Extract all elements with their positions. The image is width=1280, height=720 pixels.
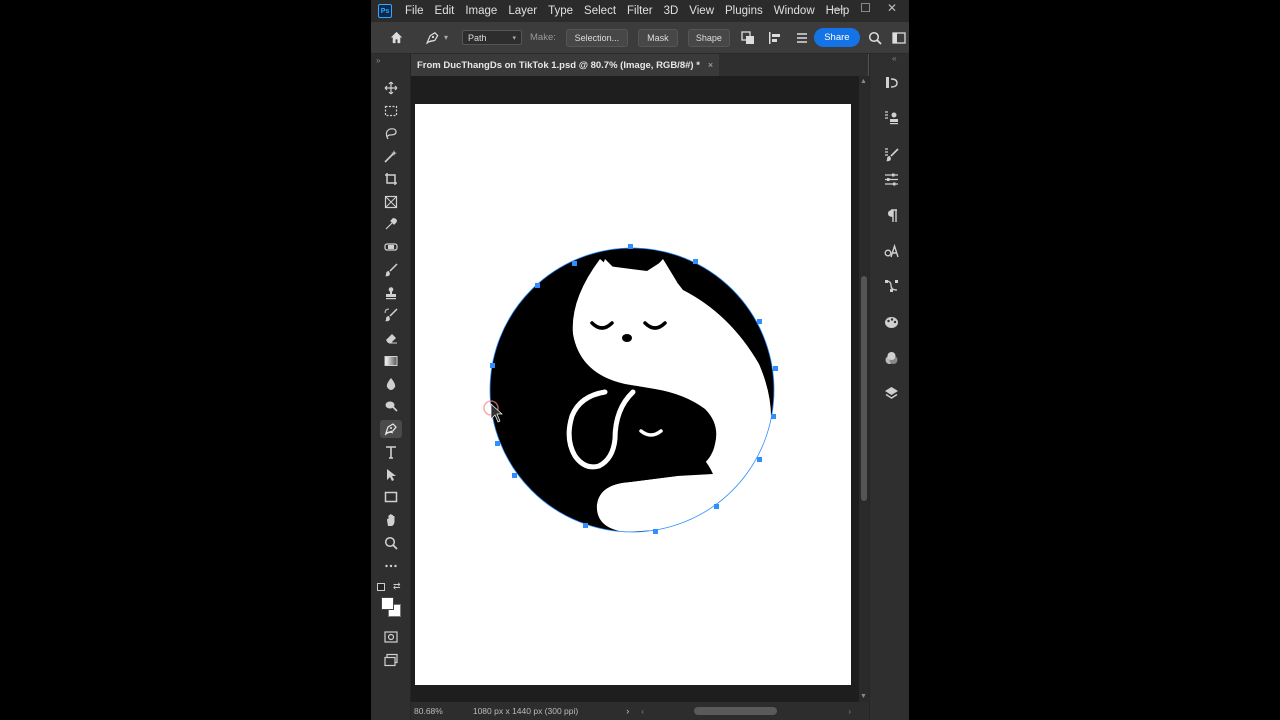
- channels-icon[interactable]: [882, 349, 900, 367]
- collapse-icon[interactable]: »: [376, 56, 380, 65]
- document-canvas[interactable]: [415, 104, 851, 685]
- type-icon[interactable]: [380, 443, 402, 461]
- foreground-color-swatch[interactable]: [381, 597, 394, 610]
- tool-mode-select[interactable]: Path ▾: [462, 30, 523, 45]
- menu-edit[interactable]: Edit: [435, 5, 455, 17]
- menu-view[interactable]: View: [689, 5, 714, 17]
- maximize-button[interactable]: ☐: [860, 1, 871, 15]
- more-tools-icon[interactable]: [380, 557, 402, 575]
- paragraph-icon[interactable]: [882, 206, 900, 224]
- color-swatches: ⇄: [377, 581, 405, 619]
- marquee-icon[interactable]: [380, 102, 402, 120]
- status-bar: 80.68% 1080 px x 1440 px (300 ppi) › ‹ ›: [411, 702, 869, 720]
- magic-wand-icon[interactable]: [380, 147, 402, 165]
- path-operations-icon[interactable]: [741, 30, 755, 45]
- crop-icon[interactable]: [380, 170, 402, 188]
- scroll-down-icon[interactable]: ▼: [860, 693, 867, 700]
- workspace-icon[interactable]: [892, 31, 906, 45]
- vertical-scroll-thumb[interactable]: [861, 276, 867, 501]
- make-label: Make:: [530, 32, 556, 43]
- default-colors-icon[interactable]: [377, 583, 385, 591]
- canvas-area[interactable]: [411, 76, 859, 702]
- tools-panel: » ⇄: [371, 54, 411, 720]
- panel-icons-strip: «: [869, 54, 909, 720]
- zoom-level[interactable]: 80.68%: [414, 706, 443, 716]
- pen-tool-preset-icon[interactable]: [424, 30, 442, 45]
- brush-icon[interactable]: [380, 261, 402, 279]
- character-styles-icon[interactable]: [882, 241, 900, 259]
- make-shape-button[interactable]: Shape: [687, 28, 730, 47]
- chevron-right-icon[interactable]: ›: [626, 706, 629, 716]
- menu-file[interactable]: File: [405, 5, 424, 17]
- paths-icon[interactable]: [882, 276, 900, 294]
- history-brush-icon[interactable]: [380, 306, 402, 324]
- make-mask-button[interactable]: Mask: [637, 28, 678, 47]
- artwork[interactable]: [415, 104, 851, 685]
- menu-bar: Ps File Edit Image Layer Type Select Fil…: [371, 0, 909, 22]
- screen-mode-icon[interactable]: [380, 651, 402, 669]
- document-size: 1080 px x 1440 px (300 ppi): [472, 706, 579, 716]
- path-arrangement-icon[interactable]: [795, 31, 809, 45]
- menu-layer[interactable]: Layer: [508, 5, 537, 17]
- pen-icon[interactable]: [380, 420, 402, 438]
- horizontal-scroll-thumb[interactable]: [694, 707, 777, 715]
- options-bar: ▾ Path ▾ Make: Selection... Mask Shape S…: [371, 22, 909, 54]
- document-tab-title: From DucThangDs on TikTok 1.psd @ 80.7% …: [417, 59, 700, 71]
- swatches-icon[interactable]: [882, 313, 900, 331]
- eyedropper-icon[interactable]: [380, 215, 402, 233]
- document-tab-bar: From DucThangDs on TikTok 1.psd @ 80.7% …: [411, 54, 868, 76]
- close-tab-icon[interactable]: ×: [708, 60, 713, 70]
- tool-mode-value: Path: [468, 32, 487, 43]
- clone-source-icon[interactable]: [882, 108, 900, 126]
- quick-mask-icon[interactable]: [380, 628, 402, 646]
- search-icon[interactable]: [868, 31, 882, 45]
- eraser-icon[interactable]: [380, 329, 402, 347]
- move-icon[interactable]: [380, 79, 402, 97]
- scroll-up-icon[interactable]: ▲: [860, 78, 867, 85]
- brush-settings-icon[interactable]: [882, 145, 900, 163]
- share-button[interactable]: Share: [813, 28, 860, 47]
- menu-3d[interactable]: 3D: [664, 5, 679, 17]
- blur-icon[interactable]: [380, 375, 402, 393]
- home-icon[interactable]: [388, 30, 404, 46]
- collapse-icon[interactable]: «: [892, 54, 896, 63]
- menu-image[interactable]: Image: [465, 5, 497, 17]
- menu-plugins[interactable]: Plugins: [725, 5, 763, 17]
- make-selection-button[interactable]: Selection...: [565, 28, 628, 47]
- close-button[interactable]: ✕: [887, 1, 897, 15]
- path-alignment-icon[interactable]: [768, 31, 782, 45]
- scroll-left-icon[interactable]: ‹: [641, 707, 644, 716]
- gradient-icon[interactable]: [380, 352, 402, 370]
- scroll-right-icon[interactable]: ›: [848, 707, 851, 716]
- hand-icon[interactable]: [380, 511, 402, 529]
- menu-window[interactable]: Window: [774, 5, 815, 17]
- document-tab[interactable]: From DucThangDs on TikTok 1.psd @ 80.7% …: [411, 54, 719, 76]
- frame-icon[interactable]: [380, 193, 402, 211]
- lasso-icon[interactable]: [380, 124, 402, 142]
- minimize-button[interactable]: —: [832, 1, 844, 15]
- menu-select[interactable]: Select: [584, 5, 616, 17]
- photoshop-logo-icon: Ps: [378, 4, 392, 18]
- vertical-scrollbar[interactable]: ▲ ▼: [859, 76, 869, 702]
- path-selection-icon[interactable]: [380, 466, 402, 484]
- zoom-icon[interactable]: [380, 534, 402, 552]
- menu-type[interactable]: Type: [548, 5, 573, 17]
- window-controls: — ☐ ✕: [832, 1, 897, 15]
- swap-colors-icon[interactable]: ⇄: [393, 581, 401, 592]
- dodge-icon[interactable]: [380, 397, 402, 415]
- rectangle-icon[interactable]: [380, 488, 402, 506]
- healing-brush-icon[interactable]: [380, 238, 402, 256]
- chevron-down-icon: ▾: [512, 34, 517, 42]
- chevron-down-icon[interactable]: ▾: [444, 33, 448, 42]
- history-panel-icon[interactable]: [882, 73, 900, 91]
- clone-stamp-icon[interactable]: [380, 284, 402, 302]
- menu-filter[interactable]: Filter: [627, 5, 653, 17]
- layers-icon[interactable]: [882, 384, 900, 402]
- photoshop-window: Ps File Edit Image Layer Type Select Fil…: [371, 0, 909, 720]
- adjustments-icon[interactable]: [882, 170, 900, 188]
